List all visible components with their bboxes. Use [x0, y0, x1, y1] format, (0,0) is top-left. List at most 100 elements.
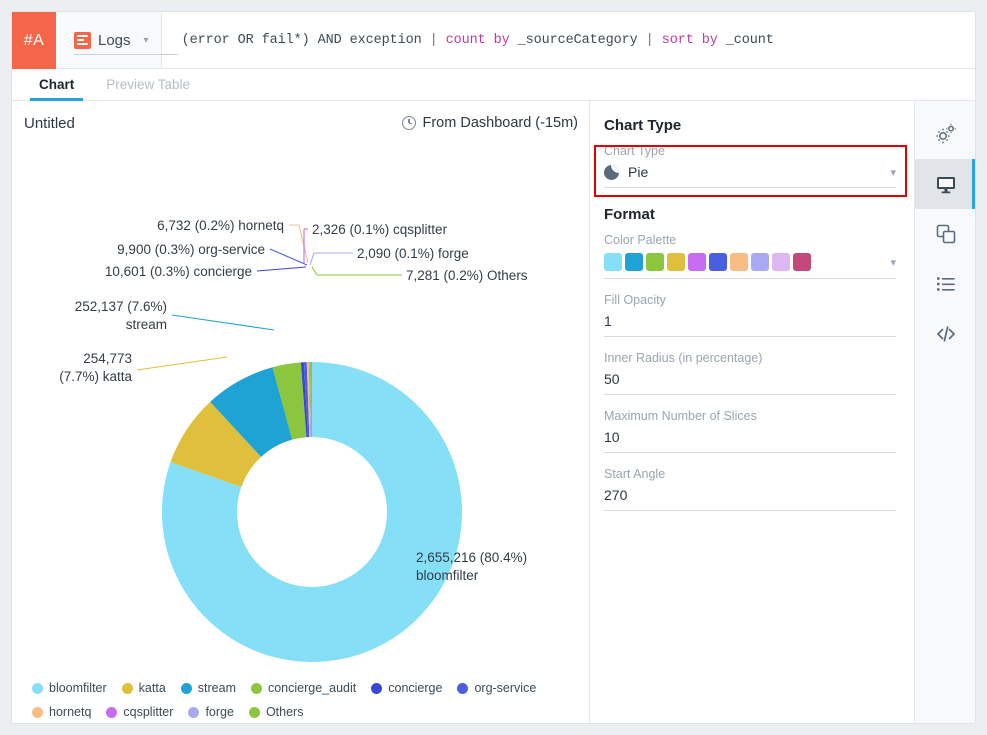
callout-leader-line — [137, 357, 227, 370]
legend-color-dot — [457, 683, 468, 694]
legend-color-dot — [122, 683, 133, 694]
format-field[interactable]: Inner Radius (in percentage)50 — [604, 351, 896, 395]
rail-button-layers[interactable] — [915, 209, 976, 259]
time-range-indicator[interactable]: From Dashboard (-15m) — [402, 115, 578, 131]
callout-leader-line — [289, 225, 308, 263]
format-field-input[interactable]: 270 — [604, 487, 896, 511]
color-palette-label: Color Palette — [604, 233, 896, 247]
callout-leader-line — [257, 267, 306, 271]
legend-item[interactable]: concierge — [371, 681, 442, 695]
rail-button-list[interactable] — [915, 259, 976, 309]
query-token: | — [430, 33, 446, 48]
donut-chart[interactable]: 6,732 (0.2%) hornetq 2,326 (0.1%) cqsplit… — [12, 145, 590, 665]
app-window: #A Logs ▾ (error OR fail*) AND exception… — [11, 11, 976, 724]
legend-item[interactable]: org-service — [457, 681, 536, 695]
palette-swatch — [730, 253, 748, 271]
legend-item[interactable]: concierge_audit — [251, 681, 356, 695]
chart-type-field-label: Chart Type — [604, 144, 896, 158]
palette-swatch — [709, 253, 727, 271]
legend-item[interactable]: forge — [188, 705, 234, 719]
chart-pane: Untitled From Dashboard (-15m) 6,732 (0.… — [12, 101, 590, 724]
format-field-label: Start Angle — [604, 467, 896, 481]
legend-item[interactable]: bloomfilter — [32, 681, 107, 695]
chart-type-value: Pie — [628, 164, 648, 180]
callout-leader-line — [270, 249, 307, 265]
format-field[interactable]: Fill Opacity 1 — [604, 293, 896, 337]
callout-label: 6,732 (0.2%) hornetq — [157, 218, 284, 233]
list-icon — [935, 273, 957, 295]
callout-label: 9,900 (0.3%) org-service — [117, 242, 265, 257]
legend-item[interactable]: cqsplitter — [106, 705, 173, 719]
tab-preview-table[interactable]: Preview Table — [90, 77, 206, 100]
chart-type-select[interactable]: Pie ▾ — [604, 164, 896, 188]
chevron-down-icon: ▾ — [890, 256, 896, 269]
query-bar: #A Logs ▾ (error OR fail*) AND exception… — [12, 12, 976, 69]
source-type-label: Logs — [98, 32, 131, 49]
format-field[interactable]: Start Angle 270 — [604, 467, 896, 511]
legend-item[interactable]: hornetq — [32, 705, 91, 719]
legend-item[interactable]: katta — [122, 681, 166, 695]
legend-color-dot — [32, 683, 43, 694]
callout-label: 2,326 (0.1%) cqsplitter — [312, 222, 448, 237]
source-type-picker[interactable]: Logs ▾ — [56, 12, 161, 68]
chart-header: Untitled From Dashboard (-15m) — [12, 101, 590, 145]
palette-swatch — [793, 253, 811, 271]
format-field-input[interactable]: 50 — [604, 371, 896, 395]
legend-label: Others — [266, 705, 304, 719]
rail-button-settings[interactable] — [915, 109, 976, 159]
callout-label: bloomfilter — [416, 568, 479, 583]
chart-type-section-title: Chart Type — [604, 117, 896, 134]
callout-label: 2,655,216 (80.4%) — [416, 550, 527, 565]
palette-swatch — [667, 253, 685, 271]
color-palette-select[interactable]: ▾ — [604, 253, 896, 279]
gears-settings-icon — [935, 123, 957, 145]
palette-swatch — [688, 253, 706, 271]
legend-label: stream — [198, 681, 236, 695]
callout-label: 2,090 (0.1%) forge — [357, 246, 469, 261]
format-field-input[interactable]: 10 — [604, 429, 896, 453]
legend-color-dot — [181, 683, 192, 694]
query-token: sort by — [662, 33, 726, 48]
palette-swatch — [751, 253, 769, 271]
callout-leader-line — [172, 315, 274, 330]
query-token: _count — [726, 33, 774, 48]
query-tab-badge[interactable]: #A — [12, 12, 56, 69]
legend-item[interactable]: Others — [249, 705, 304, 719]
rail-button-display[interactable] — [915, 159, 976, 209]
chart-type-field[interactable]: Chart Type Pie ▾ — [604, 144, 896, 188]
legend-label: hornetq — [49, 705, 91, 719]
callout-leader-line — [312, 267, 317, 275]
rail-button-code[interactable] — [915, 309, 976, 359]
page-title[interactable]: Untitled — [24, 115, 75, 132]
callout-label: 254,773 — [83, 351, 132, 366]
color-swatches — [604, 253, 811, 271]
legend-color-dot — [32, 707, 43, 718]
legend-color-dot — [251, 683, 262, 694]
layers-copy-icon — [935, 223, 957, 245]
settings-pane: Chart Type Chart Type Pie ▾ Format Color… — [590, 101, 915, 724]
pie-chart-icon — [604, 165, 619, 180]
tab-chart[interactable]: Chart — [23, 77, 90, 100]
format-field-input[interactable]: 1 — [604, 313, 896, 337]
query-token: count by — [446, 33, 518, 48]
callout-label: (7.7%) katta — [59, 369, 132, 384]
callout-label: 7,281 (0.2%) Others — [406, 268, 528, 283]
palette-swatch — [604, 253, 622, 271]
format-field-label: Fill Opacity — [604, 293, 896, 307]
time-range-label: From Dashboard (-15m) — [422, 115, 578, 131]
source-picker-underline — [74, 54, 178, 55]
legend-label: concierge_audit — [268, 681, 356, 695]
chevron-down-icon: ▾ — [890, 166, 896, 179]
monitor-display-icon — [935, 173, 957, 195]
format-field[interactable]: Maximum Number of Slices10 — [604, 409, 896, 453]
legend-color-dot — [249, 707, 260, 718]
callout-label: 10,601 (0.3%) concierge — [105, 264, 252, 279]
query-input[interactable]: (error OR fail*) AND exception | count b… — [161, 12, 976, 68]
legend-item[interactable]: stream — [181, 681, 236, 695]
legend-color-dot — [106, 707, 117, 718]
palette-swatch — [772, 253, 790, 271]
color-palette-field[interactable]: Color Palette ▾ — [604, 233, 896, 279]
view-tabs: Chart Preview Table — [12, 69, 976, 101]
right-icon-rail — [915, 101, 976, 724]
callout-leader-line — [310, 253, 314, 265]
